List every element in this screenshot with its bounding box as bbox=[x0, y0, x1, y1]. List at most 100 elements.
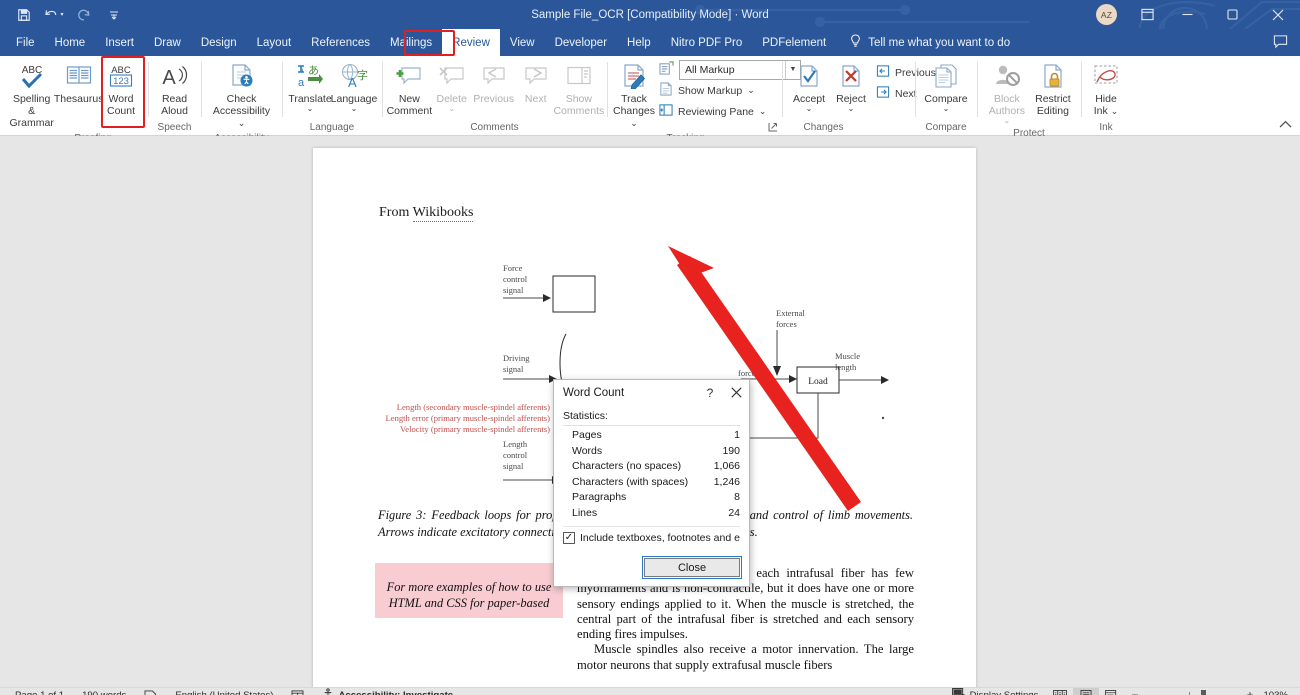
ribbon-group-speech-label: Speech bbox=[157, 122, 192, 133]
tab-nitro-pdf-pro[interactable]: Nitro PDF Pro bbox=[661, 29, 753, 56]
tab-draw[interactable]: Draw bbox=[144, 29, 191, 56]
abc-123-icon: ABC 123 bbox=[106, 61, 136, 91]
zoom-in-button[interactable]: + bbox=[1246, 688, 1253, 695]
show-comments-button[interactable]: Show Comments bbox=[553, 59, 604, 119]
print-layout-view-button[interactable] bbox=[1073, 687, 1100, 695]
stat-row-lines: Lines 24 bbox=[563, 506, 740, 522]
compare-chevron-down-icon[interactable]: ⌄ bbox=[943, 105, 950, 113]
svg-text:A: A bbox=[348, 75, 357, 89]
new-comment-button[interactable]: New Comment bbox=[387, 59, 432, 119]
zoom-thumb[interactable] bbox=[1201, 689, 1207, 695]
thesaurus-button[interactable]: Thesaurus bbox=[54, 59, 103, 107]
tab-insert[interactable]: Insert bbox=[95, 29, 144, 56]
translate-button[interactable]: ᵃ あ a Translate ⌄ bbox=[288, 59, 332, 114]
tab-help[interactable]: Help bbox=[617, 29, 661, 56]
svg-text:ABC: ABC bbox=[111, 65, 131, 76]
web-layout-view-button[interactable] bbox=[1099, 688, 1125, 695]
checkbox-checked-icon[interactable]: ✓ bbox=[563, 532, 575, 544]
restrict-editing-button[interactable]: Restrict Editing bbox=[1031, 59, 1075, 119]
collapse-ribbon-icon[interactable] bbox=[1279, 120, 1292, 132]
avatar[interactable]: AZ bbox=[1096, 4, 1117, 25]
close-button[interactable]: Close bbox=[642, 556, 742, 579]
ribbon-group-ink: Hide Ink ⌄ Ink bbox=[1081, 56, 1131, 135]
restrict-editing-label: Restrict Editing bbox=[1035, 93, 1071, 117]
zoom-slider[interactable]: − + bbox=[1125, 688, 1259, 695]
svg-text:あ: あ bbox=[308, 64, 319, 77]
zoom-out-button[interactable]: − bbox=[1131, 688, 1138, 695]
next-comment-button[interactable]: Next bbox=[515, 59, 557, 107]
svg-text:force: force bbox=[738, 368, 756, 378]
delete-chevron-down-icon[interactable]: ⌄ bbox=[448, 105, 455, 113]
close-button[interactable] bbox=[1255, 0, 1300, 29]
hide-ink-button[interactable]: Hide Ink ⌄ bbox=[1085, 59, 1127, 119]
previous-comment-button[interactable]: Previous bbox=[473, 59, 515, 107]
tab-file[interactable]: File bbox=[6, 29, 45, 56]
word-count-dialog-body: Statistics: Pages 1 Words 190 Characters… bbox=[554, 405, 749, 550]
lightbulb-icon bbox=[850, 34, 861, 51]
page-indicator[interactable]: Page 1 of 1 bbox=[6, 690, 73, 695]
block-authors-button[interactable]: Block Authors ⌄ bbox=[983, 59, 1031, 126]
spelling-grammar-button[interactable]: ABC Spelling & Grammar bbox=[6, 59, 57, 131]
undo-icon[interactable]: ▾ bbox=[44, 5, 64, 25]
accept-button[interactable]: Accept ⌄ bbox=[788, 59, 830, 114]
svg-text:Muscle: Muscle bbox=[835, 351, 860, 361]
hide-ink-icon bbox=[1092, 61, 1120, 91]
redo-icon[interactable] bbox=[74, 5, 94, 25]
include-textboxes-checkbox[interactable]: ✓ Include textboxes, footnotes and endno… bbox=[563, 526, 740, 544]
read-aloud-button[interactable]: A Read Aloud bbox=[154, 59, 196, 119]
reject-chevron-down-icon[interactable]: ⌄ bbox=[848, 105, 855, 113]
tracking-dialog-launcher[interactable] bbox=[768, 122, 778, 134]
ribbon-tab-bar: File Home Insert Draw Design Layout Refe… bbox=[0, 29, 1300, 56]
close-icon[interactable] bbox=[723, 380, 749, 405]
tab-view[interactable]: View bbox=[500, 29, 545, 56]
translate-chevron-down-icon[interactable]: ⌄ bbox=[307, 105, 314, 113]
accessibility-status[interactable]: Accessibility: Investigate bbox=[313, 687, 462, 695]
callout-line-2: HTML and CSS for paper-based bbox=[388, 596, 550, 610]
customize-qat-icon[interactable] bbox=[104, 5, 124, 25]
track-changes-button[interactable]: Track Changes ⌄ bbox=[613, 59, 655, 131]
ribbon-display-options-icon[interactable] bbox=[1129, 0, 1165, 29]
check-accessibility-button[interactable]: Check Accessibility ⌄ bbox=[207, 59, 276, 131]
ribbon-group-accessibility: Check Accessibility ⌄ Accessibility bbox=[201, 56, 282, 144]
tab-home[interactable]: Home bbox=[45, 29, 96, 56]
tell-me-search[interactable]: Tell me what you want to do bbox=[850, 29, 1010, 56]
tab-references[interactable]: References bbox=[301, 29, 380, 56]
tab-review[interactable]: Review bbox=[442, 29, 500, 56]
word-count-dialog[interactable]: Word Count ? Statistics: Pages 1 Words 1… bbox=[553, 379, 750, 587]
markup-mode-icon bbox=[659, 61, 674, 78]
document-area[interactable]: From Wikibooks Force control signal Drivin… bbox=[0, 136, 1300, 687]
track-changes-status-icon[interactable] bbox=[282, 689, 313, 695]
zoom-level-label[interactable]: 103% bbox=[1259, 690, 1294, 695]
tab-developer[interactable]: Developer bbox=[545, 29, 617, 56]
reject-button[interactable]: Reject ⌄ bbox=[830, 59, 872, 114]
block-authors-chevron-down-icon[interactable]: ⌄ bbox=[1004, 117, 1011, 125]
svg-text:forces: forces bbox=[776, 319, 797, 329]
minimize-button[interactable] bbox=[1165, 0, 1210, 29]
tab-pdfelement[interactable]: PDFelement bbox=[752, 29, 836, 56]
stat-key: Characters (with spaces) bbox=[572, 475, 689, 488]
check-accessibility-label: Check Accessibility ⌄ bbox=[212, 93, 271, 128]
track-changes-icon bbox=[620, 61, 648, 91]
tab-layout[interactable]: Layout bbox=[247, 29, 302, 56]
proofing-errors-icon[interactable]: x bbox=[135, 689, 166, 695]
restore-button[interactable] bbox=[1210, 0, 1255, 29]
comments-pane-icon[interactable] bbox=[1273, 34, 1288, 54]
svg-text:signal: signal bbox=[503, 364, 524, 374]
compare-button[interactable]: Compare ⌄ bbox=[921, 59, 971, 114]
accept-chevron-down-icon[interactable]: ⌄ bbox=[806, 105, 813, 113]
tab-design[interactable]: Design bbox=[191, 29, 247, 56]
language-button[interactable]: A 字 Language ⌄ bbox=[331, 59, 377, 114]
read-mode-view-button[interactable] bbox=[1047, 688, 1073, 695]
save-icon[interactable] bbox=[14, 5, 34, 25]
tab-mailings[interactable]: Mailings bbox=[380, 29, 442, 56]
reviewing-pane-chevron-down-icon[interactable]: ⌄ bbox=[759, 107, 767, 116]
show-markup-chevron-down-icon[interactable]: ⌄ bbox=[747, 86, 755, 95]
word-count-indicator[interactable]: 190 words bbox=[73, 690, 135, 695]
language-chevron-down-icon[interactable]: ⌄ bbox=[351, 105, 358, 113]
language-indicator[interactable]: English (United States) bbox=[166, 690, 282, 695]
display-settings-button[interactable]: Display Settings bbox=[943, 688, 1048, 695]
word-count-button[interactable]: ABC 123 Word Count bbox=[100, 59, 142, 119]
svg-text:signal: signal bbox=[503, 461, 524, 471]
question-mark-icon[interactable]: ? bbox=[697, 380, 723, 405]
delete-comment-button[interactable]: Delete ⌄ bbox=[431, 59, 473, 114]
